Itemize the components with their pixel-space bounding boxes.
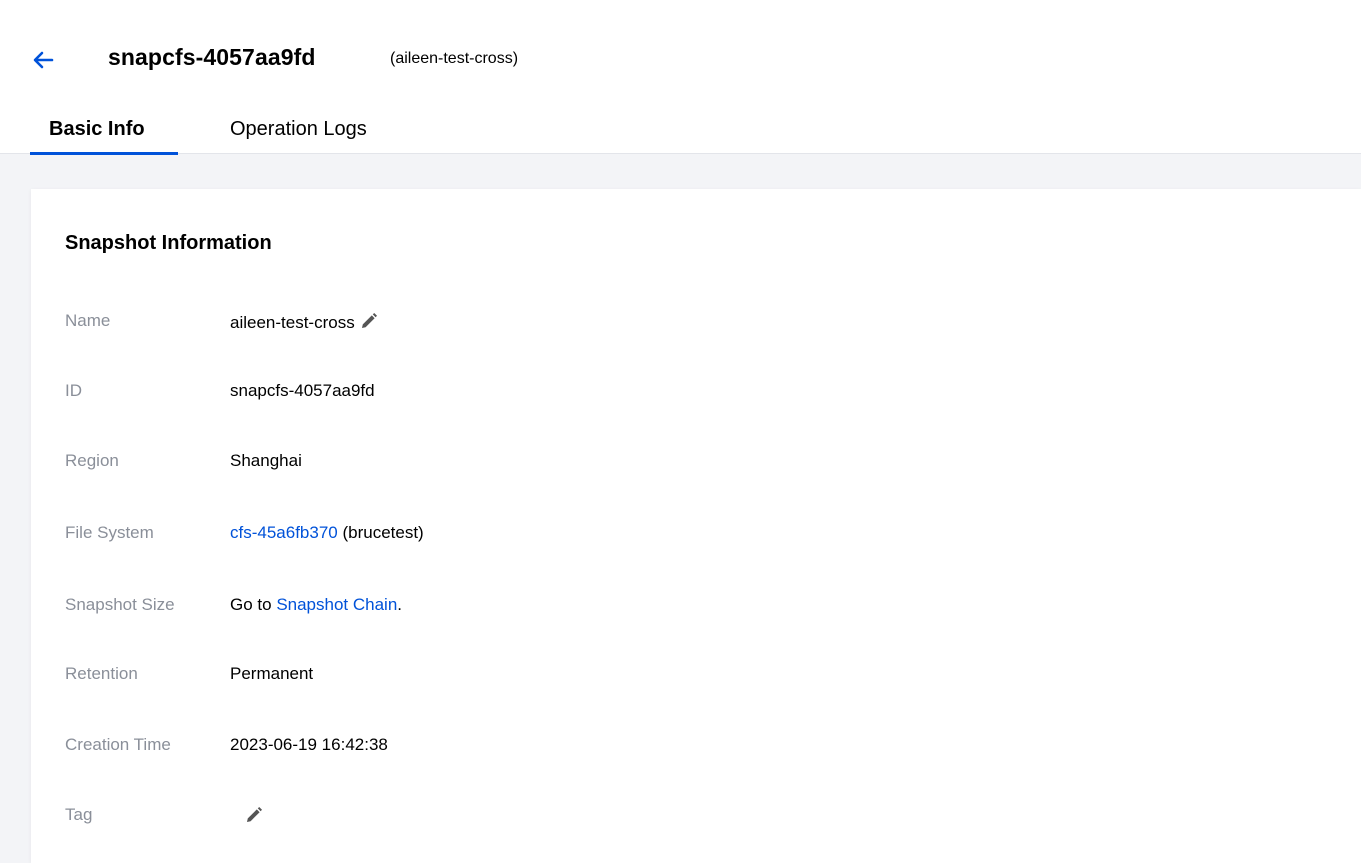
name-text: aileen-test-cross — [230, 313, 355, 332]
pencil-icon[interactable] — [244, 805, 264, 825]
tag-label: Tag — [65, 805, 93, 824]
snapshot-size-value: Go to Snapshot Chain. — [230, 595, 402, 615]
row-file-system: File System cfs-45a6fb370 (brucetest) — [65, 523, 965, 549]
tab-operation-logs[interactable]: Operation Logs — [230, 118, 367, 141]
snapshot-size-suffix: . — [397, 595, 403, 614]
file-system-suffix: (brucetest) — [337, 523, 424, 542]
snapshot-info-panel: Snapshot Information Name aileen-test-cr… — [31, 189, 1361, 863]
page-subtitle: (aileen-test-cross) — [390, 50, 519, 67]
file-system-value: cfs-45a6fb370 (brucetest) — [230, 523, 424, 543]
active-tab-indicator — [30, 152, 178, 155]
page-header: snapcfs-4057aa9fd (aileen-test-cross) Ba… — [0, 0, 1361, 155]
name-label: Name — [65, 311, 111, 330]
tab-basic-info[interactable]: Basic Info — [49, 118, 145, 141]
retention-value: Permanent — [230, 664, 314, 683]
tag-value — [240, 805, 264, 827]
page-title: snapcfs-4057aa9fd — [108, 44, 316, 70]
pencil-icon[interactable] — [359, 311, 379, 331]
region-value: Shanghai — [230, 451, 302, 470]
snapshot-size-prefix: Go to — [230, 595, 277, 614]
section-title: Snapshot Information — [65, 232, 272, 254]
id-value: snapcfs-4057aa9fd — [230, 381, 375, 400]
file-system-label: File System — [65, 523, 154, 542]
row-snapshot-size: Snapshot Size Go to Snapshot Chain. — [65, 595, 965, 621]
row-retention: Retention Permanent — [65, 664, 965, 690]
row-region: Region Shanghai — [65, 451, 965, 477]
row-id: ID snapcfs-4057aa9fd — [65, 381, 965, 407]
region-label: Region — [65, 451, 119, 470]
row-name: Name aileen-test-cross — [65, 311, 965, 337]
id-label: ID — [65, 381, 82, 400]
file-system-link[interactable]: cfs-45a6fb370 — [230, 523, 338, 542]
back-button[interactable] — [28, 46, 58, 76]
retention-label: Retention — [65, 664, 138, 683]
row-creation-time: Creation Time 2023-06-19 16:42:38 — [65, 735, 965, 761]
creation-time-value: 2023-06-19 16:42:38 — [230, 735, 388, 754]
row-tag: Tag — [65, 805, 965, 831]
snapshot-size-label: Snapshot Size — [65, 595, 175, 614]
name-value: aileen-test-cross — [230, 311, 379, 333]
creation-time-label: Creation Time — [65, 735, 171, 754]
arrow-left-icon — [33, 51, 54, 69]
snapshot-chain-link[interactable]: Snapshot Chain — [276, 595, 397, 614]
